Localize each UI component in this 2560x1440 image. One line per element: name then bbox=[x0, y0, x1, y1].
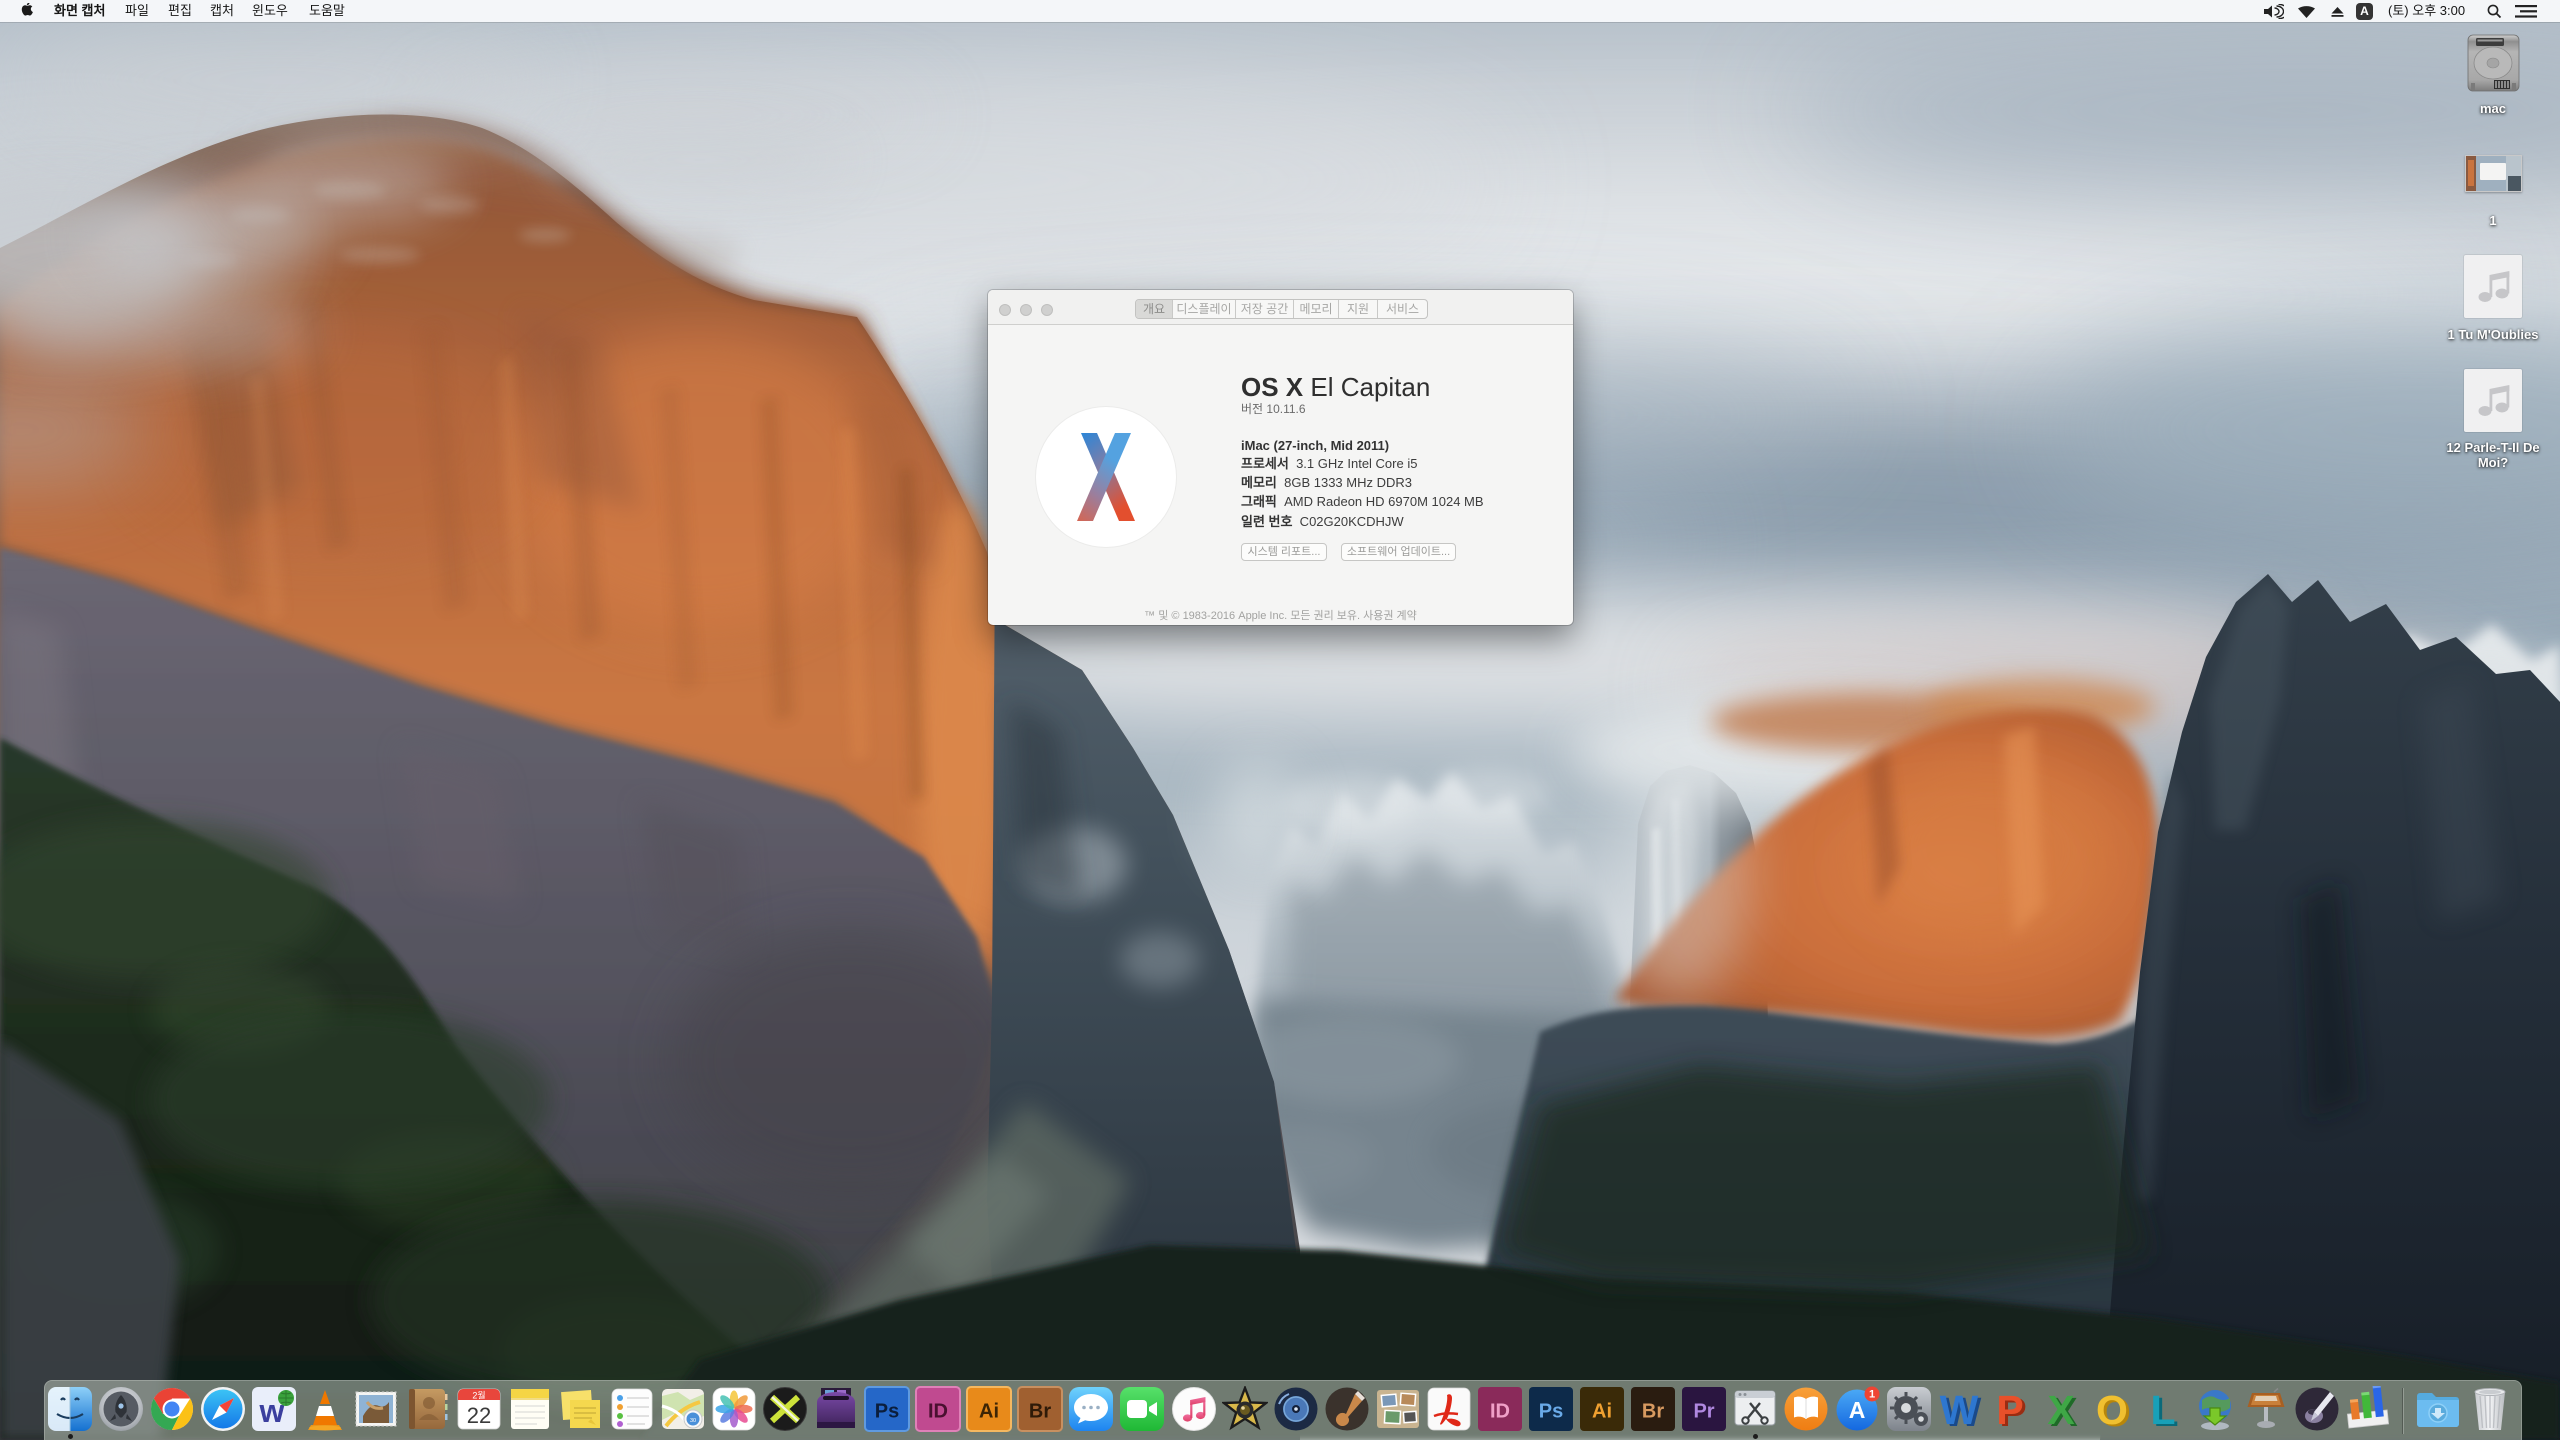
svg-text:Ai: Ai bbox=[1592, 1401, 1612, 1423]
svg-text:O: O bbox=[2096, 1387, 2128, 1432]
svg-text:30: 30 bbox=[690, 1418, 696, 1424]
svg-text:ID: ID bbox=[1490, 1401, 1510, 1423]
svg-text:22: 22 bbox=[467, 1403, 491, 1428]
svg-text:P: P bbox=[1996, 1387, 2023, 1432]
svg-text:W: W bbox=[1940, 1387, 1979, 1432]
svg-text:Ps: Ps bbox=[875, 1401, 899, 1423]
svg-text:Ps: Ps bbox=[1539, 1401, 1563, 1423]
svg-text:ID: ID bbox=[928, 1401, 948, 1423]
svg-text:Pr: Pr bbox=[1693, 1401, 1714, 1423]
svg-text:A: A bbox=[1849, 1397, 1866, 1423]
svg-text:X: X bbox=[2047, 1387, 2074, 1432]
svg-text:Ai: Ai bbox=[979, 1401, 999, 1423]
svg-text:Br: Br bbox=[1029, 1401, 1051, 1423]
svg-text:Br: Br bbox=[1642, 1401, 1664, 1423]
svg-text:2월: 2월 bbox=[472, 1390, 485, 1401]
svg-text:1: 1 bbox=[1869, 1389, 1875, 1401]
svg-text:L: L bbox=[2150, 1387, 2175, 1432]
